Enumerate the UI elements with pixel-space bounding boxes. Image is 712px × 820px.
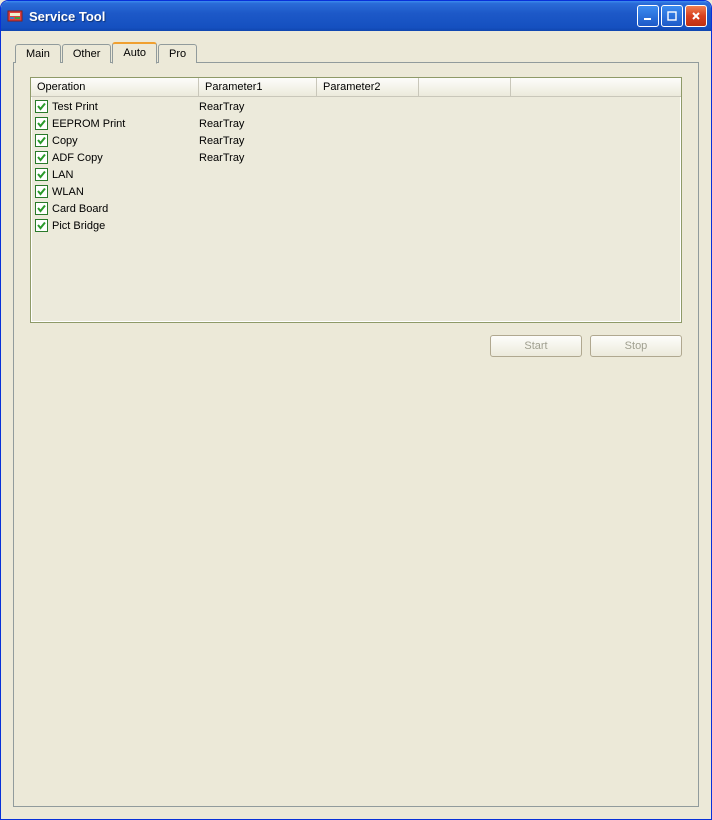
stop-button[interactable]: Stop	[590, 335, 682, 357]
minimize-button[interactable]	[637, 5, 659, 27]
cell-operation: Copy	[52, 135, 199, 147]
tab-other[interactable]: Other	[62, 44, 112, 63]
row-checkbox[interactable]	[35, 202, 48, 215]
tab-pro[interactable]: Pro	[158, 44, 197, 63]
row-checkbox[interactable]	[35, 117, 48, 130]
operation-listview[interactable]: Operation Parameter1 Parameter2 Test Pri…	[30, 77, 682, 323]
start-button[interactable]: Start	[490, 335, 582, 357]
tab-auto[interactable]: Auto	[112, 42, 157, 64]
cell-parameter1: RearTray	[199, 135, 317, 147]
button-row: Start Stop	[30, 335, 682, 357]
cell-parameter1: RearTray	[199, 101, 317, 113]
list-row[interactable]: EEPROM PrintRearTray	[31, 115, 681, 132]
row-checkbox[interactable]	[35, 219, 48, 232]
list-row[interactable]: ADF CopyRearTray	[31, 149, 681, 166]
row-checkbox[interactable]	[35, 100, 48, 113]
list-row[interactable]: WLAN	[31, 183, 681, 200]
row-checkbox[interactable]	[35, 134, 48, 147]
list-row[interactable]: Pict Bridge	[31, 217, 681, 234]
app-icon	[7, 8, 23, 24]
cell-operation: Pict Bridge	[52, 220, 199, 232]
list-row[interactable]: LAN	[31, 166, 681, 183]
tab-main[interactable]: Main	[15, 44, 61, 63]
maximize-button[interactable]	[661, 5, 683, 27]
tab-panel-auto: Operation Parameter1 Parameter2 Test Pri…	[13, 62, 699, 807]
list-row[interactable]: Test PrintRearTray	[31, 98, 681, 115]
listview-header: Operation Parameter1 Parameter2	[31, 78, 681, 97]
close-button[interactable]	[685, 5, 707, 27]
row-checkbox[interactable]	[35, 151, 48, 164]
column-operation[interactable]: Operation	[31, 78, 199, 96]
cell-operation: EEPROM Print	[52, 118, 199, 130]
column-spare2[interactable]	[511, 78, 681, 96]
list-row[interactable]: Card Board	[31, 200, 681, 217]
listview-body: Test PrintRearTrayEEPROM PrintRearTrayCo…	[31, 97, 681, 235]
column-parameter2[interactable]: Parameter2	[317, 78, 419, 96]
row-checkbox[interactable]	[35, 168, 48, 181]
list-row[interactable]: CopyRearTray	[31, 132, 681, 149]
row-checkbox[interactable]	[35, 185, 48, 198]
titlebar[interactable]: Service Tool	[1, 1, 711, 31]
cell-parameter1: RearTray	[199, 118, 317, 130]
cell-operation: Card Board	[52, 203, 199, 215]
cell-operation: Test Print	[52, 101, 199, 113]
column-parameter1[interactable]: Parameter1	[199, 78, 317, 96]
app-window: Service Tool Main Other Auto Pro Operati…	[0, 0, 712, 820]
tab-strip: Main Other Auto Pro	[15, 41, 699, 62]
cell-operation: WLAN	[52, 186, 199, 198]
column-spare1[interactable]	[419, 78, 511, 96]
window-buttons	[637, 5, 707, 27]
cell-operation: LAN	[52, 169, 199, 181]
client-area: Main Other Auto Pro Operation Parameter1…	[1, 31, 711, 819]
cell-operation: ADF Copy	[52, 152, 199, 164]
window-title: Service Tool	[29, 9, 637, 24]
cell-parameter1: RearTray	[199, 152, 317, 164]
